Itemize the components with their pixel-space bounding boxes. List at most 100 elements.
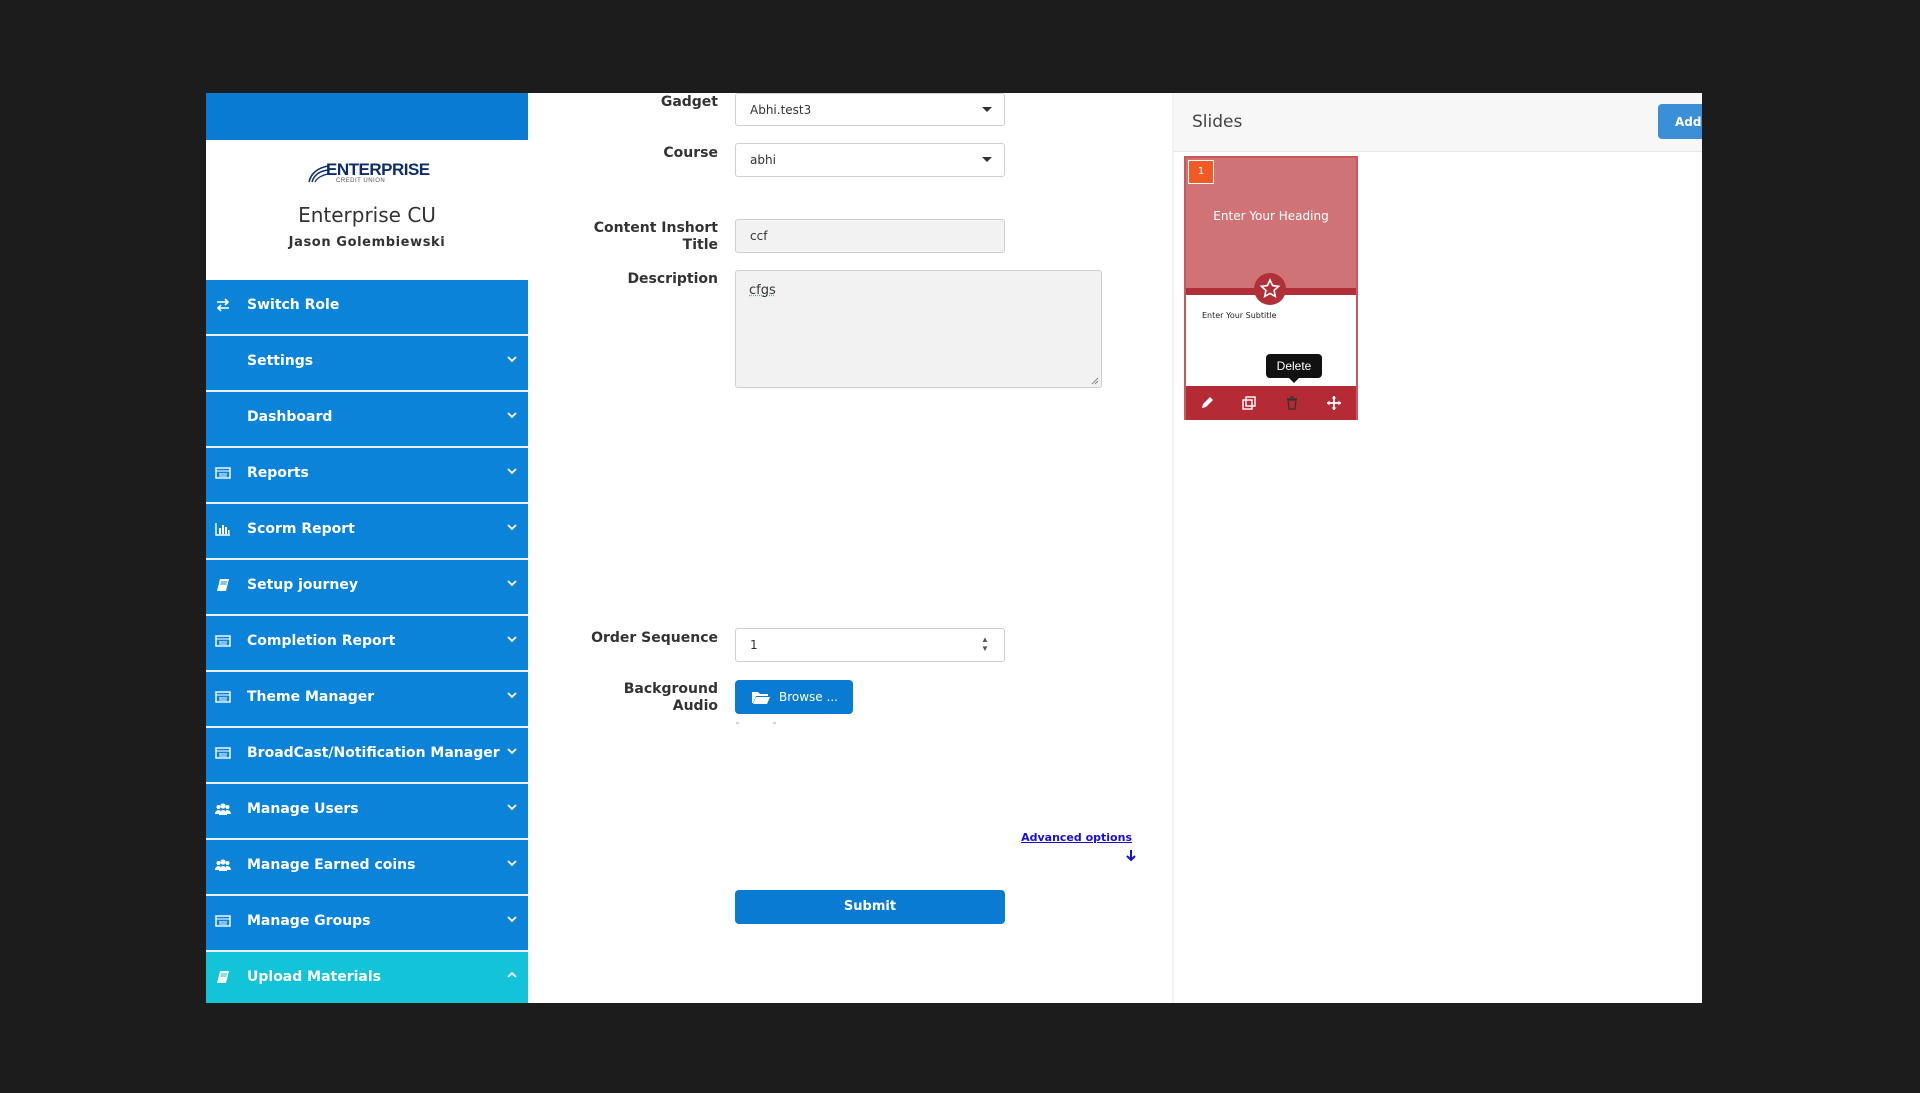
- course-select[interactable]: abhi: [735, 143, 1005, 177]
- logo-text: ENTERPRISE: [326, 160, 430, 179]
- sidebar-item-completion-report[interactable]: Completion Report: [206, 616, 528, 672]
- sidebar-item-manage-users[interactable]: Manage Users: [206, 784, 528, 840]
- sidebar-item-label: Manage Users: [247, 801, 359, 817]
- sidebar-item-label: Settings: [247, 353, 314, 369]
- book-icon: [214, 578, 232, 594]
- users-icon: [214, 802, 232, 818]
- sidebar-item-switch-role[interactable]: Switch Role: [206, 280, 528, 336]
- list-window-icon: [214, 914, 232, 930]
- slide-number-badge: 1: [1188, 160, 1214, 184]
- list-window-icon: [214, 746, 232, 762]
- upload-progress-line: [736, 722, 776, 724]
- course-select-value: abhi: [750, 153, 776, 167]
- enterprise-logo: ENTERPRISE CREDIT UNION: [308, 160, 430, 188]
- arrow-down-icon[interactable]: [1124, 849, 1138, 863]
- folder-open-icon: [752, 692, 770, 704]
- sidebar-item-scorm-report[interactable]: Scorm Report: [206, 504, 528, 560]
- gadget-select-value: Abhi.test3: [750, 103, 812, 117]
- list-window-icon: [214, 690, 232, 706]
- description-textarea[interactable]: cfgs: [735, 270, 1102, 388]
- content-title-label-line1: Content Inshort: [593, 220, 718, 236]
- chevron-down-icon: [506, 745, 518, 761]
- sidebar-item-label: Scorm Report: [247, 521, 355, 537]
- slide-card[interactable]: 1 Enter Your Heading Enter Your Subtitle…: [1184, 156, 1358, 420]
- caret-down-icon: [982, 107, 992, 112]
- background-audio-label-line1: Background: [623, 681, 718, 697]
- advanced-options-link[interactable]: Advanced options: [1021, 831, 1132, 844]
- sidebar-item-upload-materials[interactable]: Upload Materials: [206, 952, 528, 1003]
- sidebar-item-manage-earned-coins[interactable]: Manage Earned coins: [206, 840, 528, 896]
- sidebar-item-theme-manager[interactable]: Theme Manager: [206, 672, 528, 728]
- gadget-select[interactable]: Abhi.test3: [735, 93, 1005, 126]
- course-label: Course: [663, 145, 718, 161]
- pencil-icon: [1202, 397, 1213, 408]
- sidebar-item-dashboard[interactable]: Dashboard: [206, 392, 528, 448]
- list-window-icon: [214, 634, 232, 650]
- chevron-down-icon: [506, 521, 518, 537]
- trash-icon: [1287, 396, 1297, 410]
- chevron-down-icon: [506, 633, 518, 649]
- order-sequence-value: 1: [750, 638, 758, 652]
- description-label: Description: [627, 271, 718, 287]
- copy-icon: [1242, 396, 1256, 410]
- content-title-input[interactable]: ccf: [735, 219, 1005, 253]
- chevron-down-icon: [506, 409, 518, 425]
- number-spinner-icon[interactable]: ▲ ▼: [980, 635, 990, 655]
- delete-tooltip: Delete: [1266, 354, 1322, 383]
- sidebar-item-label: Theme Manager: [247, 689, 375, 705]
- chevron-down-icon: [506, 913, 518, 929]
- sidebar: ENTERPRISE CREDIT UNION Enterprise CU Ja…: [206, 93, 528, 1003]
- users-icon: [214, 858, 232, 874]
- order-sequence-input[interactable]: 1 ▲ ▼: [735, 628, 1005, 662]
- move-arrows-icon: [1327, 396, 1341, 410]
- slides-panel: Slides Add Slide 1 Enter Your Heading En…: [1174, 93, 1702, 1003]
- chevron-down-icon: [506, 689, 518, 705]
- add-slide-button[interactable]: Add Slide: [1658, 104, 1702, 139]
- chevron-up-icon: [506, 969, 518, 985]
- sidebar-item-reports[interactable]: Reports: [206, 448, 528, 504]
- content-title-label: Content Inshort Title: [538, 220, 718, 254]
- sidebar-item-settings[interactable]: Settings: [206, 336, 528, 392]
- logo-subtext: CREDIT UNION: [336, 178, 386, 184]
- sidebar-item-label: Dashboard: [247, 409, 333, 425]
- sidebar-item-broadcast-manager[interactable]: BroadCast/Notification Manager: [206, 728, 528, 784]
- slide-subtitle: Enter Your Subtitle: [1202, 311, 1277, 320]
- sidebar-item-setup-journey[interactable]: Setup journey: [206, 560, 528, 616]
- chevron-down-icon: [506, 465, 518, 481]
- sidebar-item-label: Upload Materials: [247, 969, 381, 985]
- order-sequence-label: Order Sequence: [591, 630, 718, 646]
- caret-down-icon: [982, 157, 992, 162]
- delete-slide-button[interactable]: [1271, 386, 1313, 420]
- star-icon: [1254, 273, 1286, 305]
- content-title-label-line2: Title: [682, 237, 718, 253]
- book-icon: [214, 970, 232, 986]
- sidebar-item-label: Manage Earned coins: [247, 857, 416, 873]
- user-name: Jason Golembiewski: [288, 235, 446, 250]
- duplicate-slide-button[interactable]: [1228, 386, 1270, 420]
- sidebar-item-label: Reports: [247, 465, 309, 481]
- chevron-down-icon: [506, 577, 518, 593]
- browse-button[interactable]: Browse ...: [735, 680, 853, 714]
- move-slide-button[interactable]: [1313, 386, 1355, 420]
- app-window: ENTERPRISE CREDIT UNION Enterprise CU Ja…: [206, 93, 1702, 1003]
- background-audio-label-line2: Audio: [672, 698, 718, 714]
- brand-block: ENTERPRISE CREDIT UNION Enterprise CU Ja…: [206, 140, 528, 280]
- sidebar-item-label: BroadCast/Notification Manager: [247, 745, 500, 761]
- content-form: Gadget Abhi.test3 Course abhi Content In…: [538, 93, 1172, 1003]
- resize-handle-icon[interactable]: [1091, 377, 1099, 385]
- sidebar-item-label: Setup journey: [247, 577, 359, 593]
- sidebar-item-label: Switch Role: [247, 297, 340, 313]
- bar-chart-icon: [214, 522, 232, 538]
- chevron-down-icon: [506, 353, 518, 369]
- sidebar-top-bar: [206, 93, 528, 140]
- submit-button[interactable]: Submit: [735, 890, 1005, 924]
- chevron-down-icon: [506, 857, 518, 873]
- description-value: cfgs: [749, 283, 776, 298]
- switch-arrows-icon: [214, 298, 232, 314]
- edit-slide-button[interactable]: [1186, 386, 1228, 420]
- gadget-label: Gadget: [660, 94, 718, 110]
- sidebar-menu: Switch Role Settings Dashboard Reports S…: [206, 280, 528, 1003]
- sidebar-item-label: Manage Groups: [247, 913, 371, 929]
- sidebar-item-manage-groups[interactable]: Manage Groups: [206, 896, 528, 952]
- content-title-value: ccf: [750, 229, 768, 243]
